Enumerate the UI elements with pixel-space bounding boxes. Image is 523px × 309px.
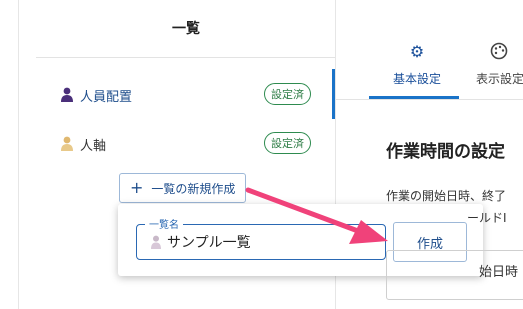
list-item-person-axis[interactable]: 人軸 設定済: [36, 118, 335, 170]
person-icon: [151, 235, 161, 249]
status-badge: 設定済: [264, 83, 311, 105]
plus-icon: +: [130, 178, 144, 197]
section-title: 作業時間の設定: [386, 142, 505, 162]
tab-basic-settings[interactable]: ⚙ 基本設定: [372, 40, 462, 96]
add-list-button-label: 一覧の新規作成: [151, 181, 236, 196]
list-item-label: 人軸: [80, 139, 107, 154]
list-panel-title: 一覧: [172, 21, 200, 37]
section-description: 作業の開始日時、終了: [386, 189, 507, 203]
list-item-label: 人員配置: [80, 90, 133, 105]
start-datetime-field[interactable]: 始日時: [386, 250, 523, 300]
section-description-cont: ールドI: [467, 211, 507, 225]
tab-label: 基本設定: [392, 72, 441, 86]
tab-label: 表示設定: [476, 72, 523, 86]
palette-icon: [490, 42, 508, 64]
person-icon: [61, 136, 73, 151]
list-name-input[interactable]: [165, 231, 369, 253]
header-divider: [36, 57, 335, 58]
active-indicator: [332, 69, 335, 119]
tab-divider: [336, 99, 523, 100]
field-label: 始日時: [479, 265, 519, 280]
list-item-staffing[interactable]: 人員配置 設定済: [36, 69, 335, 121]
left-border: [18, 0, 19, 309]
field-legend: 一覧名: [145, 216, 183, 231]
status-badge: 設定済: [264, 132, 311, 154]
person-icon: [61, 87, 73, 102]
tab-display-settings[interactable]: 表示設定: [470, 40, 523, 96]
add-list-button[interactable]: + 一覧の新規作成: [119, 173, 247, 203]
gear-icon: ⚙: [409, 42, 425, 61]
list-name-field[interactable]: 一覧名: [136, 216, 386, 260]
